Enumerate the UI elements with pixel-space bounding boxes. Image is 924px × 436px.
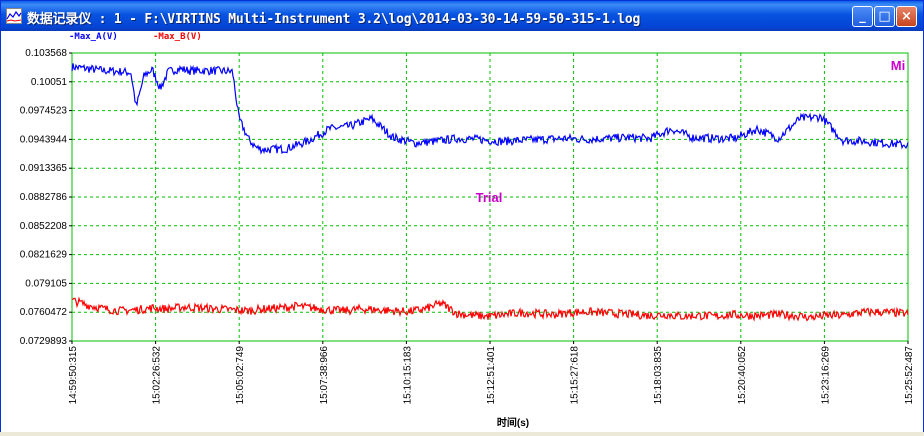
x-tick-label: 15:05:02:749 xyxy=(235,346,246,405)
window-title: 数据记录仪 : 1 - F:\VIRTINS Multi-Instrument … xyxy=(27,12,641,27)
title-bar[interactable]: 数据记录仪 : 1 - F:\VIRTINS Multi-Instrument … xyxy=(1,1,923,31)
x-tick-label: 15:23:16:269 xyxy=(820,346,831,405)
legend-max-b[interactable]: -Max_B(V) xyxy=(153,32,202,42)
legend-max-a[interactable]: -Max_A(V) xyxy=(69,32,118,42)
x-tick-label: 15:02:26:532 xyxy=(152,346,163,405)
x-tick-label: 14:59:50:315 xyxy=(68,346,79,405)
y-tick-label: 0.0943944 xyxy=(20,134,68,145)
y-tick-label: 0.079105 xyxy=(25,278,67,289)
maximize-button[interactable]: □ xyxy=(874,6,895,27)
y-tick-label: 0.0852208 xyxy=(20,221,68,232)
minimize-button[interactable]: _ xyxy=(852,6,873,27)
close-icon: × xyxy=(901,9,912,24)
close-button[interactable]: × xyxy=(896,6,917,27)
data-logger-icon xyxy=(6,8,22,24)
app-window: 数据记录仪 : 1 - F:\VIRTINS Multi-Instrument … xyxy=(0,0,924,432)
maximize-icon: □ xyxy=(878,9,891,24)
y-tick-label: 0.0821629 xyxy=(20,250,68,261)
x-tick-label: 15:20:40:052 xyxy=(737,346,748,405)
x-tick-label: 15:10:15:183 xyxy=(402,346,413,405)
mi-logo: Mi xyxy=(891,58,905,73)
x-tick-label: 15:15:27:618 xyxy=(570,346,581,405)
y-tick-label: 0.10051 xyxy=(31,77,68,88)
line-chart: 0.103568 0.10051 0.0974523 0.0943944 0.09133… xyxy=(20,48,915,429)
y-tick-label: 0.0760472 xyxy=(20,307,68,318)
y-tick-label: 0.0974523 xyxy=(20,106,68,117)
trial-watermark: Trial xyxy=(476,190,503,205)
x-tick-label: 15:12:51:401 xyxy=(486,346,497,405)
x-tick-label: 15:07:38:966 xyxy=(319,346,330,405)
y-tick-label: 0.103568 xyxy=(25,48,67,59)
x-axis-label: 时间(s) xyxy=(497,416,529,429)
y-tick-label: 0.0913365 xyxy=(20,163,68,174)
y-tick-label: 0.0882786 xyxy=(20,192,68,203)
x-tick-label: 15:18:03:835 xyxy=(653,346,664,405)
minimize-icon: _ xyxy=(859,9,866,24)
x-tick-label: 15:25:52:487 xyxy=(904,346,915,405)
chart-area[interactable]: -Max_A(V) -Max_B(V) 0.103568 0.10051 0.097… xyxy=(1,31,923,432)
y-tick-label: 0.0729893 xyxy=(20,336,68,347)
